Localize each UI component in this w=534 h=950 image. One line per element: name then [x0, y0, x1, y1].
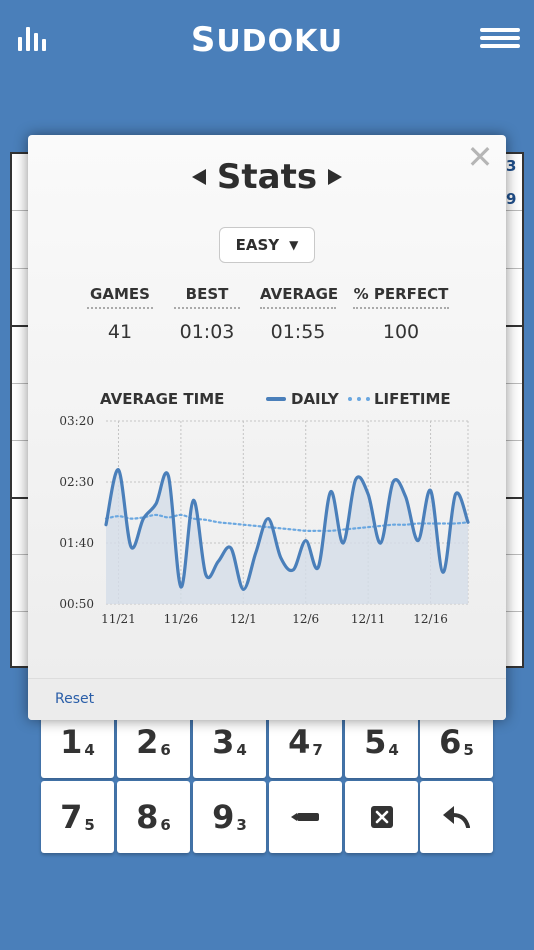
average-time-chart: 00:50 01:40 02:30 03:20 11/21 11/26 12/1 12/6 12…: [59, 414, 470, 626]
hamburger-menu-icon[interactable]: [480, 28, 520, 50]
erase-button[interactable]: [345, 781, 418, 853]
key-8[interactable]: 86: [117, 781, 190, 853]
y-tick-label: 01:40: [59, 536, 94, 550]
reset-link[interactable]: Reset: [55, 691, 94, 707]
y-tick-label: 03:20: [59, 414, 94, 428]
stat-games: GAMES 41: [87, 285, 153, 343]
stats-modal: ✕ Stats EASY ▼ GAMES 41 BEST 01:03 AVERA…: [28, 135, 506, 720]
y-tick-label: 02:30: [59, 475, 94, 489]
y-tick-label: 00:50: [59, 597, 94, 611]
key-9[interactable]: 93: [193, 781, 266, 853]
key-7[interactable]: 75: [41, 781, 114, 853]
undo-icon: [442, 806, 470, 828]
pencil-icon: [290, 813, 319, 821]
next-arrow-icon[interactable]: [328, 169, 342, 185]
erase-icon: [370, 806, 393, 828]
difficulty-value: EASY: [235, 236, 280, 254]
x-tick-label: 11/26: [164, 612, 199, 626]
modal-title-row: Stats: [28, 157, 506, 201]
pencil-button[interactable]: [269, 781, 342, 853]
x-tick-label: 11/21: [101, 612, 136, 626]
board-cell-number[interactable]: 3: [506, 157, 516, 175]
stat-best: BEST 01:03: [174, 285, 240, 343]
caret-down-icon: ▼: [289, 238, 299, 252]
modal-footer: Reset: [28, 678, 506, 720]
x-tick-label: 12/16: [413, 612, 448, 626]
top-bar: SUDOKU: [0, 0, 534, 80]
modal-title: Stats: [216, 157, 318, 197]
x-tick-label: 12/11: [351, 612, 386, 626]
board-cell-number[interactable]: 9: [506, 190, 516, 208]
stat-average: AVERAGE 01:55: [260, 285, 339, 343]
difficulty-select[interactable]: EASY ▼: [219, 227, 315, 263]
x-tick-label: 12/1: [230, 612, 257, 626]
undo-button[interactable]: [420, 781, 493, 853]
x-tick-label: 12/6: [292, 612, 319, 626]
stat-percent-perfect: % PERFECT 100: [353, 285, 449, 343]
app-title: SUDOKU: [190, 20, 344, 60]
